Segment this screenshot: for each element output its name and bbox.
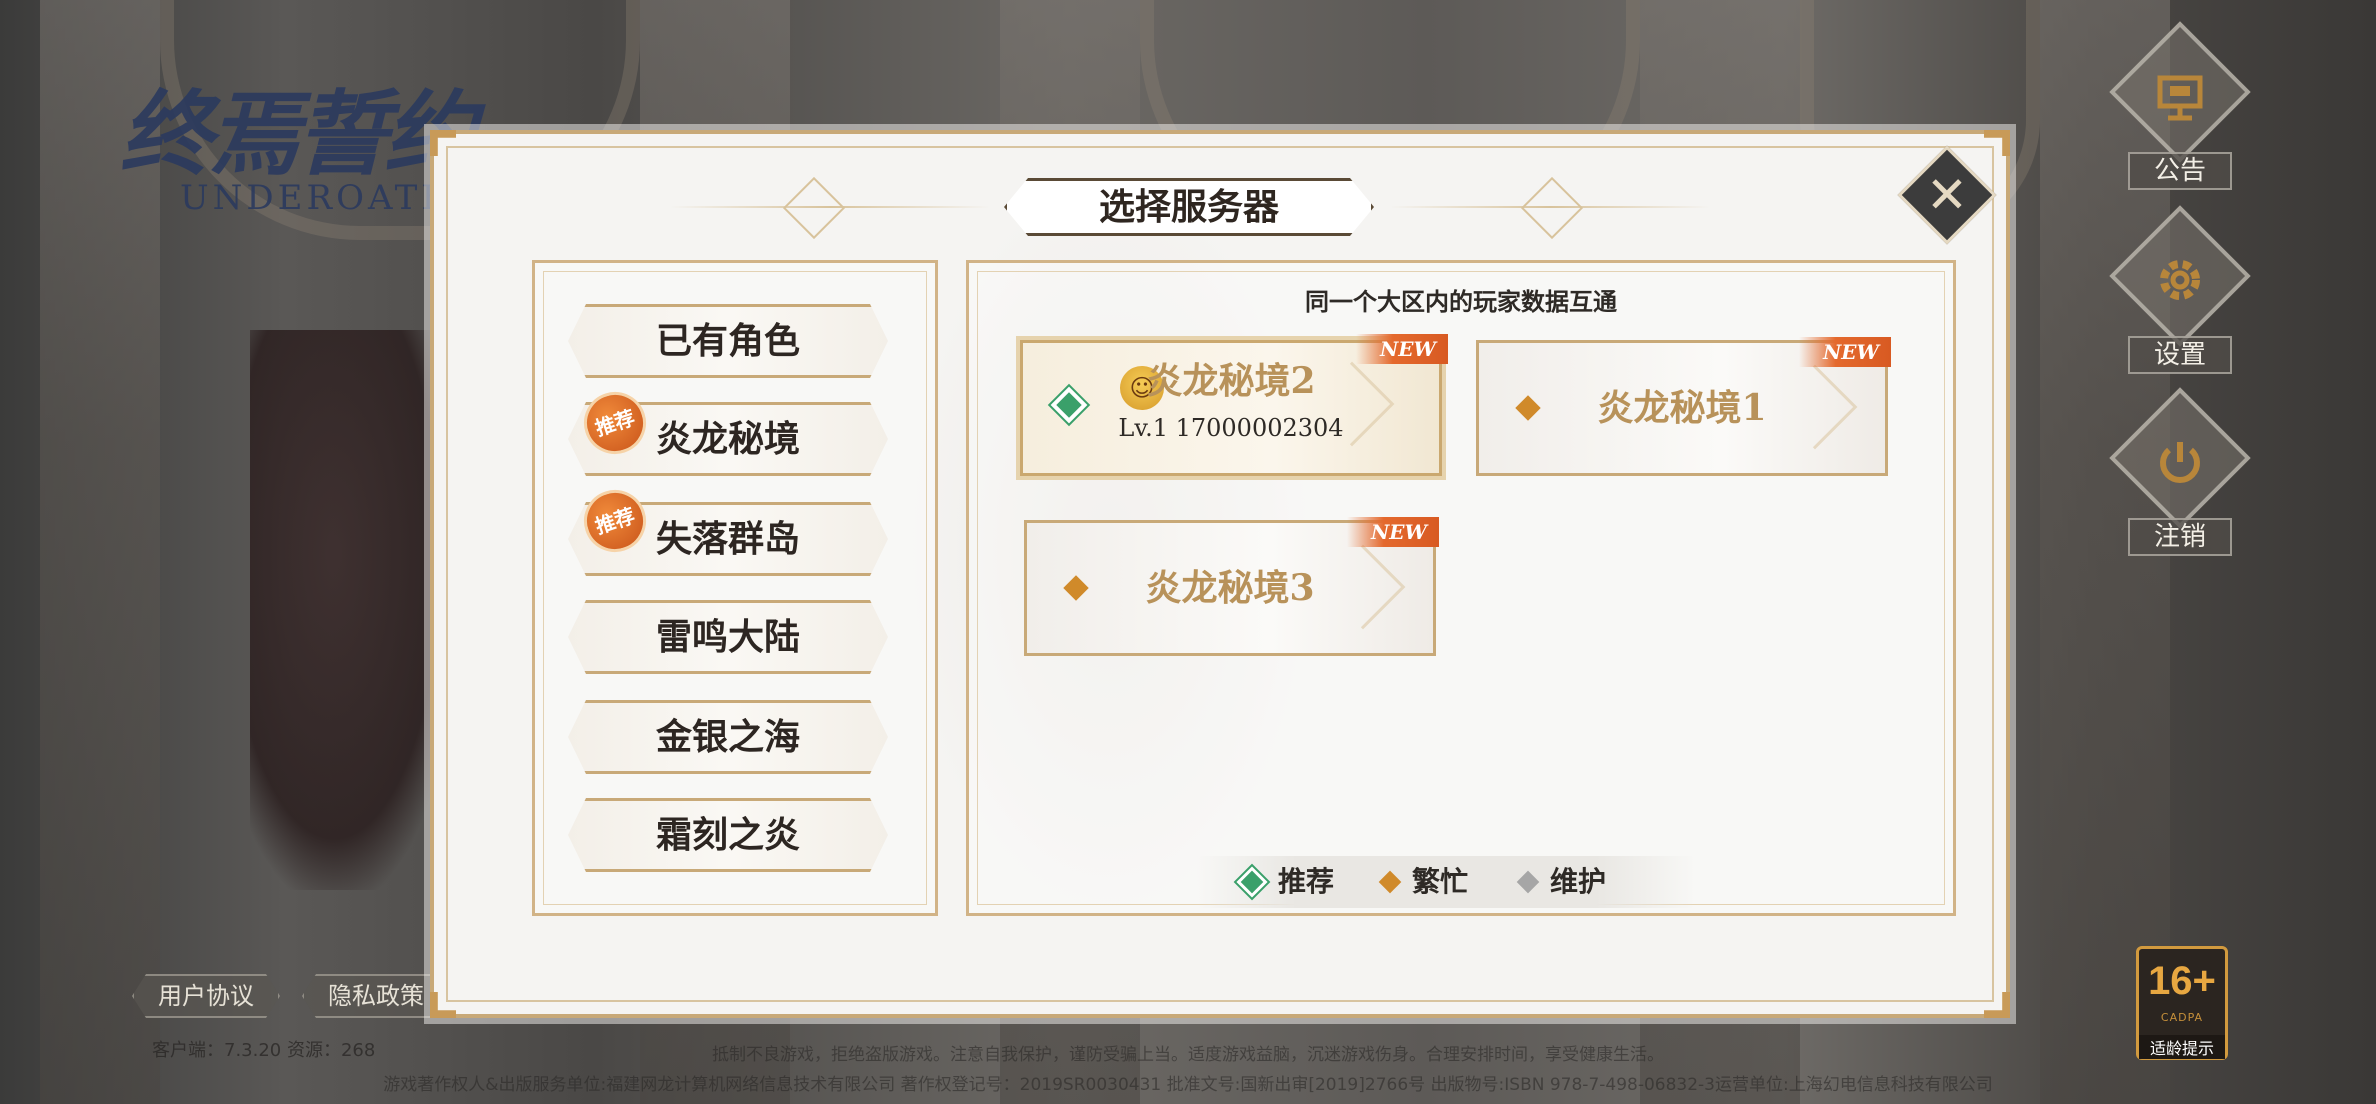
notice-board-icon — [2108, 66, 2252, 138]
maintenance-legend-icon — [1516, 870, 1540, 894]
region-label: 雷鸣大陆 — [655, 616, 800, 658]
server-card-yanlong-2[interactable]: ☺ 炎龙秘境2 Lv.1 17000002304 NEW — [1016, 334, 1448, 480]
busy-legend-icon — [1378, 870, 1402, 894]
gear-icon — [2108, 250, 2252, 322]
data-share-hint: 同一个大区内的玩家数据互通 — [1305, 287, 1617, 316]
settings-button[interactable]: 设置 — [2108, 205, 2252, 386]
legend-busy: 繁忙 — [1412, 865, 1469, 898]
character-level-id: Lv.1 17000002304 — [1118, 414, 1344, 442]
legend-maintenance: 维护 — [1550, 865, 1607, 898]
close-icon: ✕ — [1926, 166, 1968, 224]
age-rating-badge[interactable]: 16+ CADPA 适龄提示 — [2136, 946, 2228, 1060]
region-label: 金银之海 — [655, 716, 800, 758]
power-icon — [2108, 432, 2252, 504]
region-tab-leiming[interactable]: 雷鸣大陆 — [568, 600, 888, 674]
region-tab-jinyin[interactable]: 金银之海 — [568, 700, 888, 774]
region-label: 霜刻之炎 — [655, 814, 800, 856]
privacy-policy-link[interactable]: 隐私政策 — [302, 974, 450, 1018]
new-tag: NEW — [1799, 337, 1891, 367]
logout-label: 注销 — [2128, 518, 2232, 556]
age-rating-tip: 适龄提示 — [2139, 1035, 2225, 1059]
dialog-title: 选择服务器 — [1098, 186, 1279, 228]
user-agreement-link[interactable]: 用户协议 — [132, 974, 280, 1018]
notice-label: 公告 — [2128, 152, 2232, 190]
dialog-title-plate: 选择服务器 — [1004, 178, 1374, 236]
age-rating-org: CADPA — [2160, 1011, 2204, 1024]
server-card-yanlong-1[interactable]: 炎龙秘境1 NEW — [1476, 337, 1891, 476]
region-tab-existing-characters[interactable]: 已有角色 — [568, 304, 888, 378]
recommended-legend-icon — [1240, 870, 1264, 894]
new-tag: NEW — [1356, 334, 1448, 364]
logout-button[interactable]: 注销 — [2108, 387, 2252, 568]
new-tag: NEW — [1347, 517, 1439, 547]
region-label: 已有角色 — [655, 320, 800, 362]
notice-button[interactable]: 公告 — [2108, 21, 2252, 202]
settings-label: 设置 — [2128, 336, 2232, 374]
region-tab-shuangke[interactable]: 霜刻之炎 — [568, 798, 888, 872]
legend-recommended: 推荐 — [1278, 865, 1335, 898]
logo-title-en: UNDEROATH — [180, 178, 455, 218]
logo-title-cn: 终焉誓约 — [120, 80, 476, 188]
age-rating-number: 16+ — [2148, 959, 2216, 1003]
status-legend: 推荐 繁忙 维护 — [1196, 856, 1696, 908]
server-card-yanlong-3[interactable]: 炎龙秘境3 NEW — [1024, 517, 1439, 656]
health-notice: 抵制不良游戏，拒绝盗版游戏。注意自我保护，谨防受骗上当。适度游戏益脑，沉迷游戏伤… — [712, 1045, 1664, 1065]
copyright-notice: 游戏著作权人&出版服务单位:福建网龙计算机网络信息技术有限公司 著作权登记号：2… — [383, 1075, 1993, 1095]
